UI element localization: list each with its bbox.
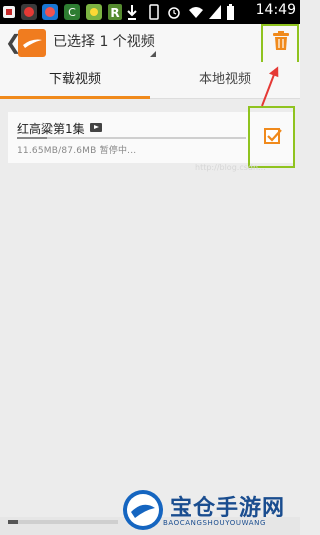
title-dropdown-icon[interactable] (150, 51, 156, 57)
storage-bar (8, 520, 118, 524)
storage-fill (8, 520, 18, 524)
app-icon (86, 4, 102, 20)
wifi-icon (189, 7, 203, 18)
svg-text:C: C (68, 6, 76, 19)
action-bar: ❮ 已选择 1 个视频 (0, 24, 300, 62)
alarm-icon (168, 7, 180, 19)
watermark-subtitle: BAOCANGSHOUYOUWANG (163, 519, 266, 527)
faint-watermark: http://blog.csdn... (195, 163, 266, 172)
app-logo[interactable] (18, 29, 46, 57)
app-icon: C (64, 4, 80, 20)
tab-bar: 下载视频 本地视频 (0, 62, 300, 99)
tab-downloads[interactable]: 下载视频 (0, 62, 150, 99)
notification-icon (3, 6, 15, 18)
svg-text:R: R (110, 6, 119, 20)
tab-local-videos[interactable]: 本地视频 (150, 62, 300, 99)
checkmark-icon (267, 129, 282, 142)
vibrate-icon (149, 4, 159, 20)
status-time: 14:49 (255, 2, 296, 18)
download-icon (127, 5, 137, 20)
selection-title: 已选择 1 个视频 (53, 34, 155, 50)
watermark-logo (123, 490, 163, 530)
download-progress-fill (17, 137, 48, 139)
app-icon (21, 4, 37, 20)
status-bar: C R 14:49 (0, 0, 300, 24)
active-tab-indicator (0, 96, 150, 99)
app-icon (42, 4, 58, 20)
watermark-title: 宝仓手游网 (170, 496, 286, 521)
battery-icon (227, 4, 234, 20)
trash-icon[interactable] (272, 31, 290, 51)
download-status: 11.65MB/87.6MB 暂停中... (17, 146, 137, 156)
watermark-logo-mark (127, 494, 159, 526)
r-app-icon: R (108, 4, 122, 20)
download-progress-bar (17, 137, 246, 139)
app-logo-mark (23, 39, 42, 48)
signal-icon (209, 5, 221, 19)
video-title: 红高粱第1集 (17, 122, 85, 136)
item-checkbox[interactable] (264, 128, 282, 144)
video-play-icon (90, 123, 102, 132)
